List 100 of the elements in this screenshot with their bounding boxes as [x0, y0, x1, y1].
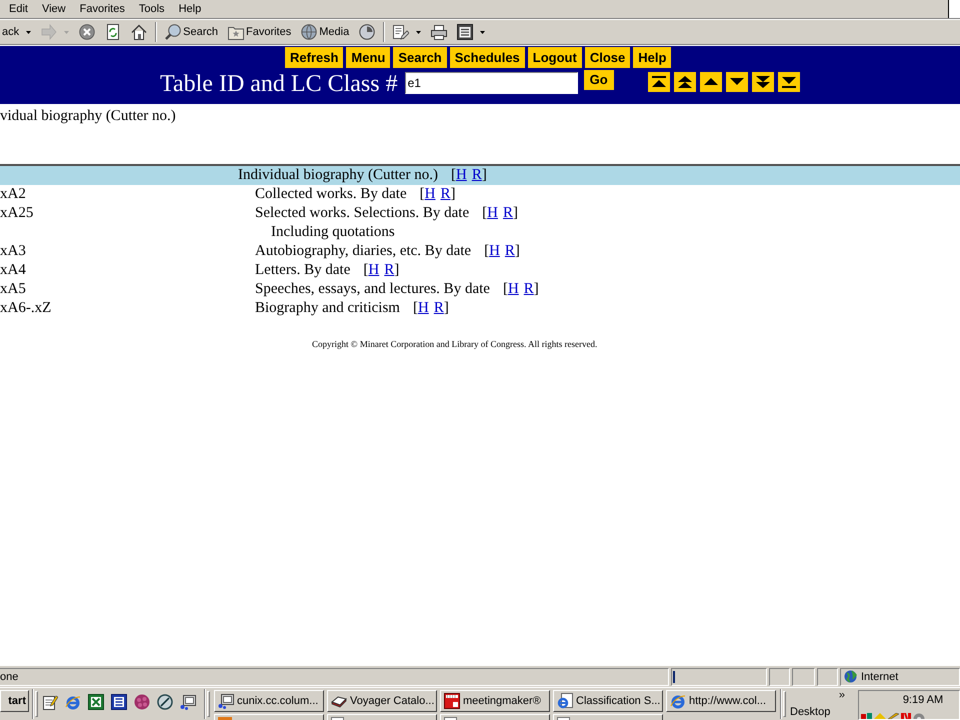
text-document-icon[interactable] — [111, 694, 127, 710]
taskbar-button[interactable]: cunix.cc.colum... — [214, 690, 324, 712]
nav-button[interactable]: Menu — [346, 47, 390, 68]
bracket: ] — [394, 261, 400, 280]
link[interactable]: R — [434, 299, 444, 318]
up-arrow-icon — [704, 76, 718, 88]
caret-icon — [480, 30, 486, 34]
link[interactable]: H — [489, 242, 500, 261]
caret-icon — [416, 30, 422, 34]
page-up-button[interactable] — [674, 72, 696, 92]
class-number: xA3 — [0, 242, 27, 261]
nav-button[interactable]: Logout — [528, 47, 582, 68]
taskbar-button[interactable] — [553, 714, 663, 720]
link[interactable]: R — [524, 280, 534, 299]
back-button[interactable]: ack — [0, 21, 34, 43]
flower-icon[interactable] — [134, 694, 150, 710]
link[interactable]: H — [456, 166, 467, 185]
go-button[interactable]: Go — [584, 70, 614, 90]
network-icon[interactable] — [861, 713, 873, 719]
bracket: ] — [534, 280, 539, 299]
status-text: one — [0, 670, 18, 684]
document-button[interactable] — [455, 21, 488, 43]
heading-text: Individual biography (Cutter no.) — [238, 166, 438, 185]
nav-button[interactable]: Search — [393, 47, 447, 68]
taskbar-button[interactable] — [440, 714, 550, 720]
link[interactable]: R — [502, 204, 513, 223]
link[interactable]: H — [487, 204, 498, 223]
menu-item[interactable]: View — [36, 1, 72, 17]
taskbar-button[interactable] — [327, 714, 437, 720]
ring-icon[interactable] — [157, 694, 173, 710]
double-up-arrow-icon — [678, 76, 692, 88]
menu-item[interactable]: Edit — [3, 1, 34, 17]
taskbar-button[interactable]: meetingmaker® — [440, 690, 550, 712]
caption-text: Collected works. By date — [255, 185, 407, 204]
bracket: ] — [482, 166, 487, 185]
copyright-text: Copyright © Minaret Corporation and Library of Congress. All rights reserved. — [312, 338, 598, 350]
link[interactable]: R — [504, 242, 515, 261]
status-panel — [769, 668, 790, 686]
bracket: [ — [482, 204, 488, 223]
taskbar-button[interactable]: Voyager Catalo... — [327, 690, 437, 712]
link[interactable]: H — [424, 185, 436, 204]
bars-icon[interactable] — [900, 713, 912, 719]
menu-item[interactable]: Tools — [132, 1, 171, 17]
menu-item[interactable]: Help — [172, 1, 208, 17]
start-button[interactable]: tart — [0, 690, 29, 712]
double-down-arrow-icon — [756, 76, 770, 88]
browser-icon — [670, 693, 686, 709]
first-button[interactable] — [648, 72, 670, 92]
status-panel — [817, 668, 838, 686]
monitor-icon[interactable] — [180, 694, 196, 710]
favorites-button[interactable]: Favorites — [226, 21, 294, 43]
taskbar-button[interactable]: http://www.col... — [666, 690, 776, 712]
link[interactable]: H — [368, 261, 380, 280]
note-text: Including quotations — [271, 223, 395, 242]
document-pencil-icon — [393, 24, 410, 40]
bracket: [ — [484, 242, 490, 261]
folder-star-icon — [228, 24, 244, 40]
spreadsheet-icon[interactable] — [88, 694, 104, 710]
page-down-button[interactable] — [752, 72, 774, 92]
globe-icon — [844, 670, 857, 683]
calendar-icon — [444, 693, 460, 709]
up-button[interactable] — [700, 72, 722, 92]
nav-button[interactable]: Help — [633, 47, 672, 68]
link[interactable]: H — [508, 280, 519, 299]
caption-text: Letters. By date — [255, 261, 350, 280]
down-arrow-bar-icon — [782, 76, 796, 88]
notepad-icon[interactable] — [42, 694, 58, 710]
search-button[interactable]: Search — [163, 21, 220, 43]
caption-text: Selected works. Selections. By date — [255, 204, 470, 223]
class-number-field[interactable]: e1 — [404, 72, 578, 94]
caret-icon — [64, 30, 70, 34]
status-panel — [792, 668, 815, 686]
link[interactable]: R — [472, 166, 482, 185]
nav-button[interactable]: Close — [584, 47, 630, 68]
pencil-icon[interactable] — [887, 713, 899, 719]
class-number: xA6-.xZ — [0, 299, 52, 318]
caption-text: Biography and criticism — [255, 299, 400, 318]
clock-icon — [359, 24, 376, 40]
globe-icon — [301, 24, 318, 40]
media-button[interactable]: Media — [299, 21, 352, 43]
link[interactable]: H — [418, 299, 429, 318]
class-number: xA4 — [0, 261, 27, 280]
caption-text: Autobiography, diaries, etc. By date — [255, 242, 472, 261]
bracket: [ — [450, 166, 456, 185]
nav-button[interactable]: Schedules — [450, 47, 525, 68]
monitor-icon — [218, 693, 234, 709]
link[interactable]: R — [384, 261, 394, 280]
taskbar-button[interactable] — [214, 714, 324, 720]
bracket: [ — [412, 299, 418, 318]
link[interactable]: R — [440, 185, 450, 204]
chevron-button[interactable]: » — [838, 689, 845, 701]
taskbar-button[interactable]: Classification S... — [553, 690, 663, 712]
bracket: [ — [363, 261, 368, 280]
nav-button[interactable]: Refresh — [285, 47, 344, 68]
browser-icon[interactable] — [65, 694, 81, 710]
gear-icon[interactable] — [913, 713, 925, 719]
menu-item[interactable]: Favorites — [74, 1, 131, 17]
down-button[interactable] — [726, 72, 748, 92]
toolbar-title[interactable]: Desktop — [790, 706, 848, 719]
last-button[interactable] — [778, 72, 800, 92]
